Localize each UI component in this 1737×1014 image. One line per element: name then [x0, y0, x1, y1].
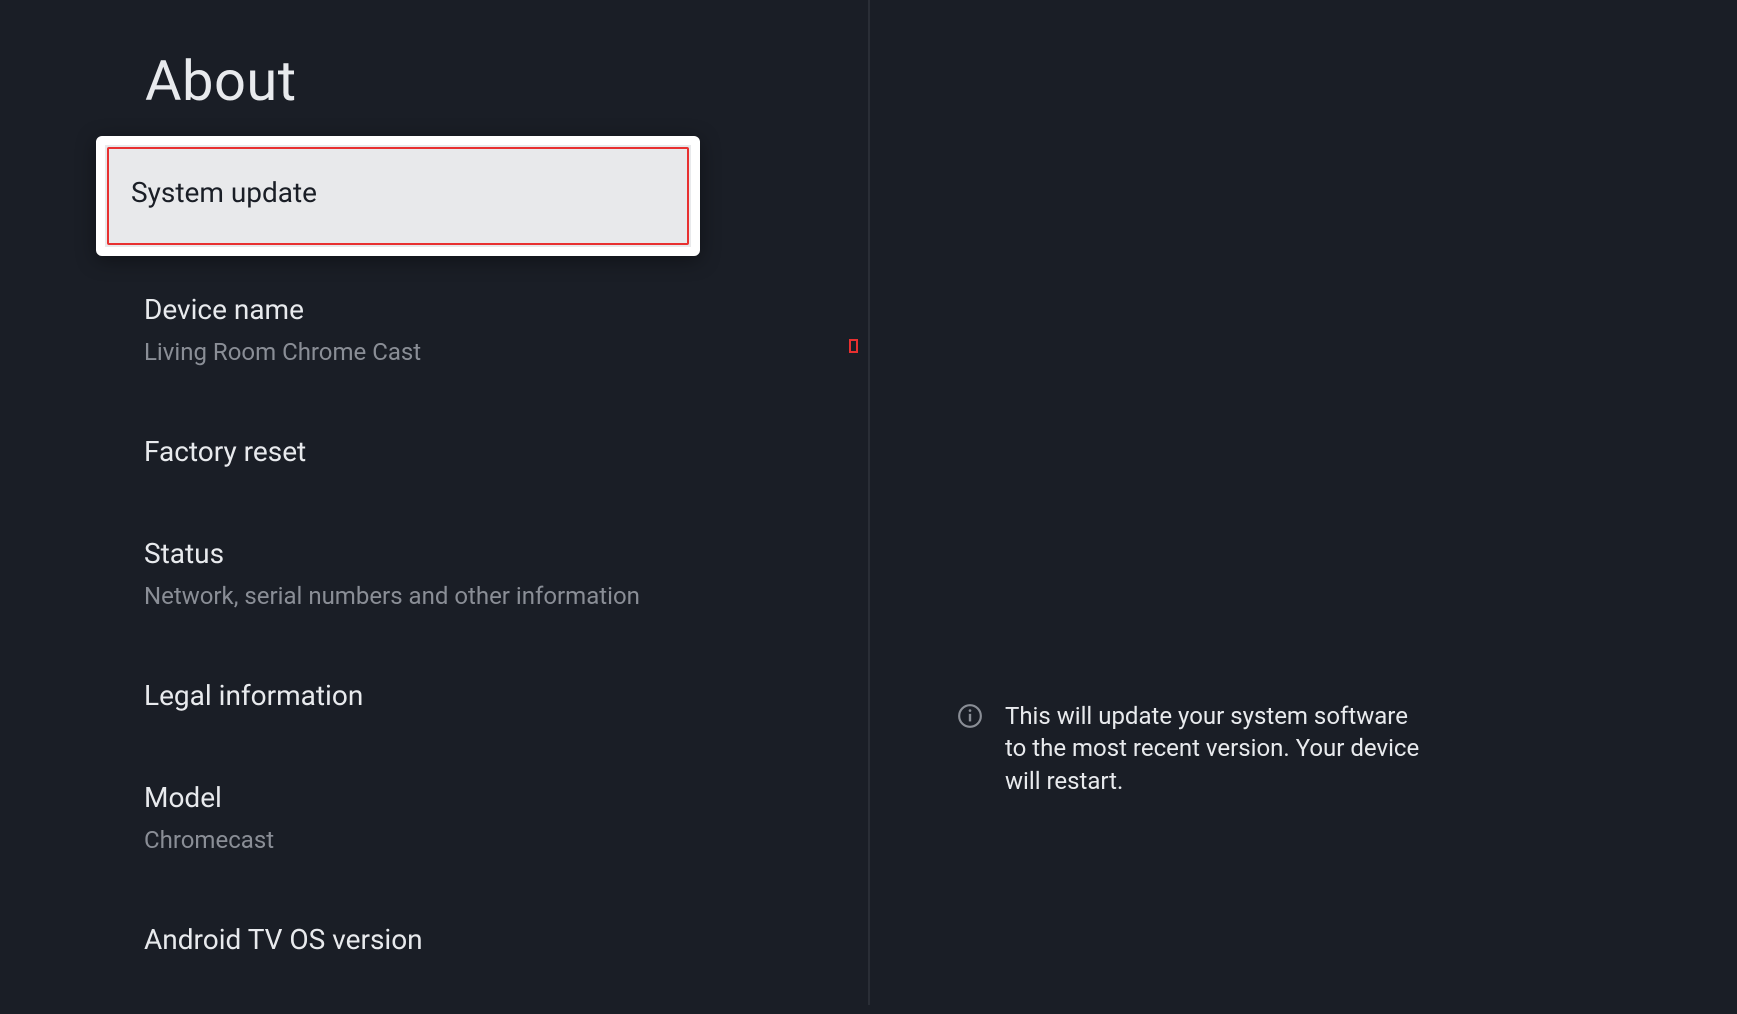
- page-title: About: [145, 48, 297, 114]
- vertical-divider: [868, 0, 870, 1005]
- menu-item-system-update[interactable]: System update: [96, 136, 700, 256]
- menu-item-model[interactable]: Model Chromecast: [96, 770, 700, 866]
- menu-item-subtitle: Network, serial numbers and other inform…: [144, 581, 664, 612]
- menu-item-device-name[interactable]: Device name Living Room Chrome Cast: [96, 282, 700, 378]
- menu-item-title: Model: [144, 780, 664, 816]
- menu-item-status[interactable]: Status Network, serial numbers and other…: [96, 526, 700, 622]
- info-icon: [957, 703, 983, 729]
- menu-item-subtitle: Living Room Chrome Cast: [144, 337, 664, 368]
- menu-item-title: System update: [131, 175, 665, 211]
- menu-item-title: Android TV OS version: [144, 922, 664, 958]
- settings-menu: System update Device name Living Room Ch…: [96, 136, 700, 1014]
- info-panel: This will update your system software to…: [957, 700, 1425, 797]
- red-marker: [849, 339, 858, 353]
- menu-item-title: Status: [144, 536, 664, 572]
- menu-item-title: Factory reset: [144, 434, 664, 470]
- menu-item-android-version[interactable]: Android TV OS version: [96, 912, 700, 968]
- menu-item-title: Device name: [144, 292, 664, 328]
- menu-item-legal-information[interactable]: Legal information: [96, 668, 700, 724]
- menu-item-factory-reset[interactable]: Factory reset: [96, 424, 700, 480]
- menu-item-subtitle: Chromecast: [144, 825, 664, 856]
- info-text: This will update your system software to…: [1005, 700, 1425, 797]
- menu-item-title: Legal information: [144, 678, 664, 714]
